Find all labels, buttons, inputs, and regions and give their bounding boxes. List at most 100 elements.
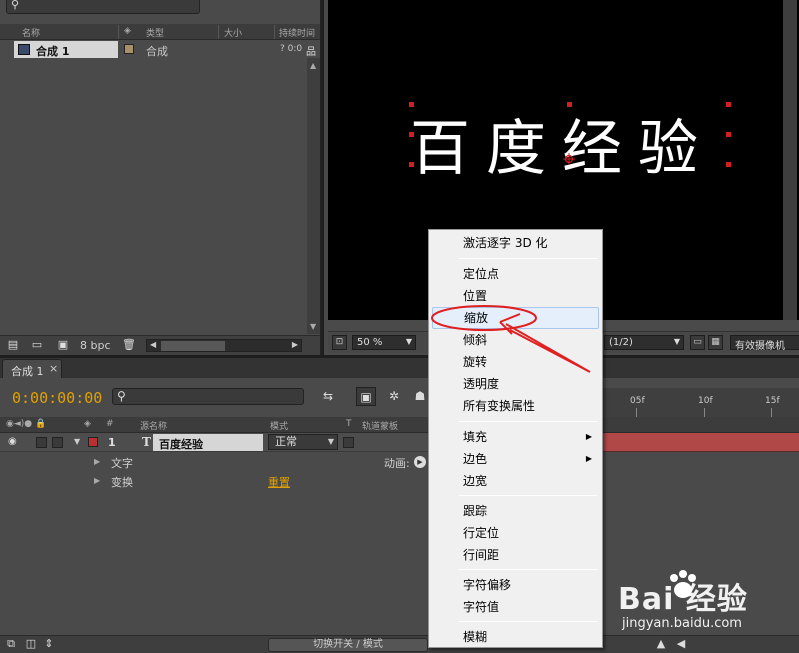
visibility-eye-icon[interactable]: ◉ (8, 436, 17, 447)
expand-twirl-icon[interactable]: ▼ (74, 437, 80, 446)
hide-shy-layers-icon[interactable]: ☗ (410, 387, 430, 406)
label-tag-icon[interactable]: ◈ (124, 26, 131, 36)
viewer-text-layer[interactable]: 百度经验 (410, 100, 714, 187)
scroll-up-icon[interactable]: ▲ (310, 61, 316, 70)
project-search-input[interactable]: ⚲ (6, 0, 200, 14)
in-out-icon[interactable]: ⇕ (42, 638, 56, 650)
live-update-icon[interactable]: ▣ (356, 387, 376, 406)
composition-icon (18, 44, 30, 55)
project-horizontal-scrollbar[interactable]: ◀ ▶ (146, 339, 302, 352)
menu-item-label: 倾斜 (463, 333, 488, 347)
bounding-handle[interactable] (409, 162, 414, 167)
menu-item-label: 跟踪 (463, 504, 488, 518)
region-of-interest-icon[interactable]: ▭ (690, 335, 705, 350)
preserve-transparency-toggle[interactable] (343, 437, 354, 448)
flowchart-icon[interactable]: 品 (306, 43, 316, 58)
col-size[interactable]: 大小 (224, 26, 242, 39)
menu-item[interactable]: 模糊 (432, 626, 599, 648)
transparency-grid-icon[interactable]: ▦ (708, 335, 723, 350)
col-duration[interactable]: 持续时间 (279, 26, 315, 39)
toggle-switches-modes-button[interactable]: 切换开关 / 模式 (268, 638, 428, 652)
new-folder-icon[interactable]: ▭ (30, 339, 44, 351)
draft-3d-icon[interactable]: ✲ (384, 387, 404, 406)
collapsed-twirl-icon[interactable]: ▶ (94, 476, 100, 485)
menu-item[interactable]: 跟踪 (432, 500, 599, 522)
timeline-search-input[interactable]: ⚲ (112, 388, 304, 405)
col-source-name[interactable]: 源名称 (140, 419, 167, 432)
project-item-row[interactable]: 合成 1 合成 ? 0:0 品 (0, 41, 320, 58)
resolution-select[interactable]: (1/2) ▼ (604, 335, 684, 350)
bounding-handle[interactable] (726, 132, 731, 137)
reset-link[interactable]: 重置 (268, 474, 290, 490)
transfer-controls-icon[interactable]: ◫ (24, 638, 38, 650)
col-number[interactable]: # (106, 419, 114, 429)
scroll-left-icon[interactable]: ◀ (150, 340, 156, 349)
collapsed-twirl-icon[interactable]: ▶ (94, 457, 100, 466)
label-tag-icon[interactable]: ◈ (84, 419, 91, 429)
zoom-select[interactable]: 50 % ▼ (352, 335, 416, 350)
menu-item-label: 所有变换属性 (463, 399, 536, 413)
menu-item[interactable]: 激活逐字 3D 化 (432, 232, 599, 254)
zoom-out-mountain-icon[interactable]: ▲ (654, 638, 668, 650)
bounding-handle[interactable] (726, 162, 731, 167)
watermark-brand: Bai 经验 (618, 582, 748, 617)
audio-toggle[interactable] (36, 437, 47, 448)
scroll-down-icon[interactable]: ▼ (310, 322, 316, 331)
menu-item[interactable]: 倾斜 (432, 329, 599, 351)
menu-item[interactable]: 填充 ▶ (432, 426, 599, 448)
anchor-point-icon[interactable] (563, 153, 575, 165)
menu-item[interactable]: 缩放 (432, 307, 599, 329)
layer-label-color[interactable] (88, 437, 98, 447)
animate-menu-icon[interactable]: ▶ (414, 456, 426, 468)
current-time-display[interactable]: 0:00:00:00 (12, 389, 102, 407)
new-composition-icon[interactable]: ▣ (56, 339, 70, 351)
menu-item[interactable]: 所有变换属性 (432, 395, 599, 417)
property-label: 变换 (111, 476, 133, 489)
always-preview-icon[interactable]: ⊡ (332, 335, 347, 350)
layer-switches-icon[interactable]: ⧉ (4, 638, 18, 650)
menu-item[interactable]: 字符值 (432, 596, 599, 618)
bounding-handle[interactable] (409, 102, 414, 107)
layer-name[interactable]: 百度经验 (159, 436, 203, 452)
layer-duration-bar[interactable] (600, 433, 799, 452)
time-ruler[interactable]: 05f 10f 15f (600, 388, 799, 418)
bounding-handle[interactable] (567, 102, 572, 107)
col-t[interactable]: T (346, 419, 352, 429)
menu-item[interactable]: 位置 (432, 285, 599, 307)
viewer-scrollbar[interactable] (783, 0, 797, 320)
menu-item[interactable]: 字符偏移 (432, 574, 599, 596)
menu-item[interactable]: 定位点 (432, 263, 599, 285)
menu-item[interactable]: 行定位 (432, 522, 599, 544)
trash-icon[interactable]: 🗑 (122, 339, 136, 351)
animate-label: 动画: (384, 457, 410, 470)
item-name: 合成 1 (36, 45, 70, 58)
bounding-handle[interactable] (409, 132, 414, 137)
scroll-thumb[interactable] (161, 341, 225, 351)
lock-toggle[interactable] (52, 437, 63, 448)
menu-item[interactable]: 行间距 (432, 544, 599, 566)
scroll-right-icon[interactable]: ▶ (292, 340, 298, 349)
close-icon[interactable]: × (49, 362, 58, 375)
resolution-value: (1/2) (609, 337, 633, 348)
bit-depth-button[interactable]: 8 bpc (80, 339, 111, 352)
blend-mode-select[interactable]: 正常 ▼ (268, 434, 338, 450)
av-features-icon[interactable]: ◉◄)● 🔒 (6, 419, 46, 429)
camera-select[interactable]: 有效摄像机 (730, 335, 799, 352)
bounding-handle[interactable] (726, 102, 731, 107)
col-name[interactable]: 名称 (22, 26, 40, 39)
zoom-slider-left-icon[interactable]: ◀ (674, 638, 688, 650)
comp-mini-flowchart-icon[interactable]: ⇆ (318, 387, 338, 406)
project-vertical-scrollbar[interactable]: ▲ ▼ (307, 58, 320, 334)
col-mode[interactable]: 模式 (270, 419, 288, 432)
menu-item[interactable]: 透明度 (432, 373, 599, 395)
label-color-swatch[interactable] (124, 44, 134, 54)
interpret-footage-icon[interactable]: ▤ (6, 339, 20, 351)
col-type[interactable]: 类型 (146, 26, 164, 39)
col-trkmat[interactable]: 轨道蒙板 (362, 419, 398, 432)
menu-item[interactable]: 边色 ▶ (432, 448, 599, 470)
menu-separator (459, 621, 597, 622)
tab-composition[interactable]: 合成 1 × (2, 359, 62, 378)
menu-item[interactable]: 边宽 (432, 470, 599, 492)
menu-separator (459, 569, 597, 570)
menu-item[interactable]: 旋转 (432, 351, 599, 373)
